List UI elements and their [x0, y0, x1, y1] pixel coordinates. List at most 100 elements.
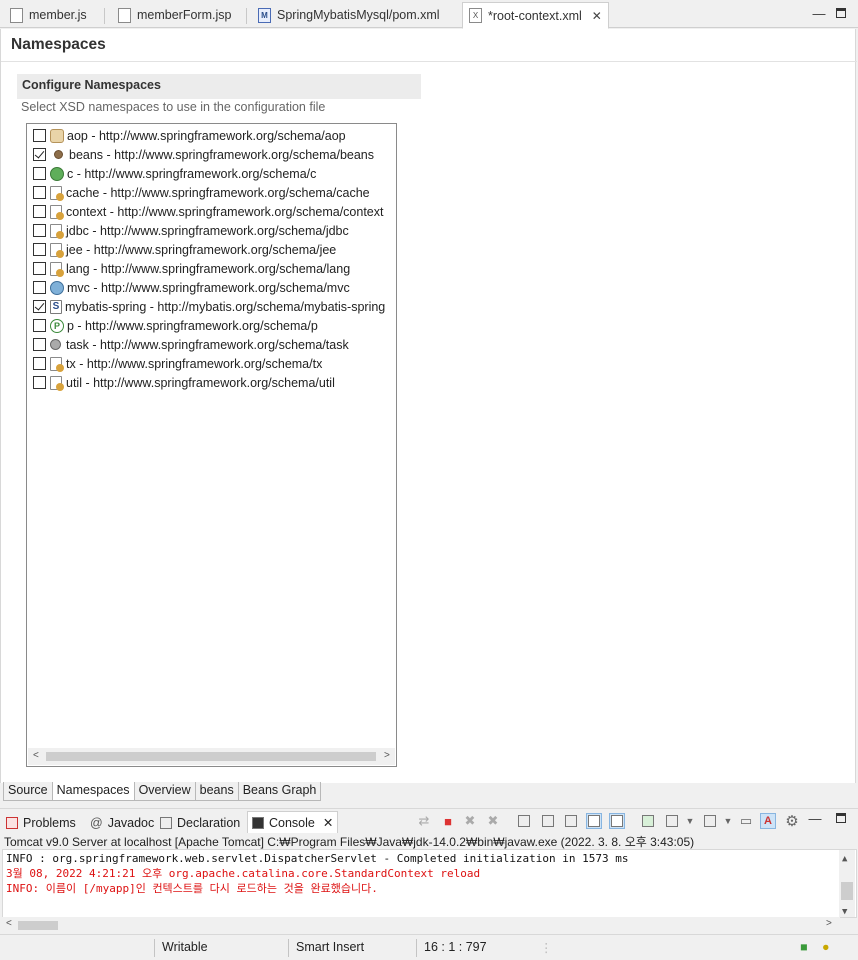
console-icon	[252, 816, 264, 829]
editor-tab-member-js[interactable]: member.js	[4, 2, 93, 28]
namespace-item-util[interactable]: util - http://www.springframework.org/sc…	[33, 373, 335, 392]
maximize-view-button[interactable]	[834, 811, 848, 826]
namespace-checkbox[interactable]	[33, 167, 46, 180]
show-on-stderr-icon[interactable]	[609, 813, 625, 829]
javadoc-icon: @	[90, 816, 103, 830]
namespace-label: lang - http://www.springframework.org/sc…	[66, 261, 351, 276]
tab-javadoc[interactable]: @ Javadoc	[90, 813, 154, 833]
tab-declaration[interactable]: Declaration	[160, 813, 240, 833]
namespace-item-tx[interactable]: tx - http://www.springframework.org/sche…	[33, 354, 322, 373]
namespace-checkbox[interactable]	[33, 129, 46, 142]
editor-tab-bar: member.js memberForm.jsp M SpringMybatis…	[0, 0, 858, 29]
maximize-editor-button[interactable]	[834, 6, 848, 21]
namespace-checkbox[interactable]	[33, 262, 46, 275]
remove-launch-icon[interactable]: ✖	[462, 813, 478, 829]
namespace-checkbox[interactable]	[33, 243, 46, 256]
divider	[1, 61, 857, 62]
close-icon[interactable]: ✕	[323, 815, 333, 830]
terminate-icon[interactable]: ■	[440, 813, 456, 829]
namespace-item-cache[interactable]: cache - http://www.springframework.org/s…	[33, 183, 370, 202]
scrollbar-thumb[interactable]	[18, 921, 58, 930]
aop-icon	[50, 128, 64, 143]
gear-icon[interactable]: ⚙	[784, 813, 800, 830]
console-horizontal-scrollbar[interactable]: < >	[2, 917, 840, 933]
namespace-checkbox[interactable]	[33, 205, 46, 218]
namespace-item-context[interactable]: context - http://www.springframework.org…	[33, 202, 384, 221]
clear-console-icon[interactable]	[516, 813, 532, 829]
tab-namespaces[interactable]: Namespaces	[51, 782, 135, 801]
tab-source[interactable]: Source	[3, 782, 53, 801]
tab-beans-graph[interactable]: Beans Graph	[237, 782, 322, 801]
vertical-scrollbar[interactable]: ▲ ▼	[839, 850, 855, 917]
scrollbar-thumb[interactable]	[841, 882, 853, 900]
namespace-label: util - http://www.springframework.org/sc…	[66, 375, 335, 390]
namespace-item-jdbc[interactable]: jdbc - http://www.springframework.org/sc…	[33, 221, 349, 240]
namespace-item-c[interactable]: c - http://www.springframework.org/schem…	[33, 164, 316, 183]
tab-console[interactable]: Console ✕	[247, 811, 339, 833]
open-console-icon[interactable]	[702, 813, 718, 829]
tab-beans[interactable]: beans	[194, 782, 239, 801]
namespace-checkbox[interactable]	[33, 186, 46, 199]
namespace-label: mvc - http://www.springframework.org/sch…	[67, 280, 350, 295]
tip-lightbulb-icon[interactable]: ●	[822, 940, 830, 954]
minimize-view-button[interactable]: —	[808, 811, 822, 826]
namespace-checkbox[interactable]	[33, 224, 46, 237]
pin-console-icon[interactable]	[640, 813, 656, 829]
editor-tab-label: memberForm.jsp	[137, 8, 232, 22]
minimize-icon[interactable]: ▭	[738, 813, 754, 829]
declaration-icon	[160, 817, 172, 829]
jee-icon	[50, 242, 64, 258]
tx-icon	[50, 356, 64, 372]
scroll-up-icon[interactable]: ▲	[842, 852, 847, 867]
scroll-lock-icon[interactable]	[540, 813, 556, 829]
namespace-checkbox[interactable]	[33, 376, 46, 389]
tab-overview[interactable]: Overview	[133, 782, 196, 801]
namespace-checkbox[interactable]	[33, 148, 46, 161]
namespace-item-aop[interactable]: aop - http://www.springframework.org/sch…	[33, 126, 346, 145]
tab-problems[interactable]: Problems	[6, 813, 76, 833]
namespace-checkbox[interactable]	[33, 319, 46, 332]
namespace-list[interactable]: aop - http://www.springframework.org/sch…	[26, 123, 397, 767]
namespace-label: c - http://www.springframework.org/schem…	[67, 166, 317, 181]
namespace-label: context - http://www.springframework.org…	[66, 204, 384, 219]
scroll-down-icon[interactable]: ▼	[842, 905, 847, 917]
minimize-editor-button[interactable]: —	[812, 6, 826, 21]
scrollbar-thumb[interactable]	[46, 752, 376, 761]
scroll-left-icon[interactable]: <	[33, 750, 39, 761]
scroll-right-icon[interactable]: >	[384, 750, 390, 761]
chevron-down-icon[interactable]: ▼	[682, 813, 698, 829]
chevron-down-icon[interactable]: ▼	[720, 813, 736, 829]
word-wrap-icon[interactable]	[563, 813, 579, 829]
namespace-item-beans[interactable]: beans - http://www.springframework.org/s…	[33, 145, 374, 164]
remove-all-terminated-icon[interactable]: ✖	[485, 813, 501, 829]
namespace-checkbox[interactable]	[33, 281, 46, 294]
bean-icon	[54, 150, 63, 159]
close-icon[interactable]: ✕	[592, 9, 602, 23]
namespace-item-lang[interactable]: lang - http://www.springframework.org/sc…	[33, 259, 350, 278]
horizontal-scrollbar[interactable]: < >	[28, 748, 395, 765]
cursor-position[interactable]: 16 : 1 : 797	[424, 940, 487, 954]
namespace-checkbox[interactable]	[33, 338, 46, 351]
cache-icon	[50, 185, 64, 201]
insert-mode-status[interactable]: Smart Insert	[296, 940, 364, 954]
scroll-right-icon[interactable]: >	[826, 918, 832, 929]
editor-tab-memberform-jsp[interactable]: memberForm.jsp	[112, 2, 237, 28]
ansi-color-icon[interactable]: A	[760, 813, 776, 829]
namespace-checkbox[interactable]	[33, 300, 46, 313]
update-icon[interactable]: ■	[800, 940, 808, 954]
namespace-item-mvc[interactable]: mvc - http://www.springframework.org/sch…	[33, 278, 350, 297]
namespace-item-task[interactable]: task - http://www.springframework.org/sc…	[33, 335, 349, 354]
disconnect-icon[interactable]: ⇄	[416, 813, 432, 829]
namespace-checkbox[interactable]	[33, 357, 46, 370]
console-output[interactable]: INFO : org.springframework.web.servlet.D…	[2, 849, 857, 918]
namespace-item-p[interactable]: P p - http://www.springframework.org/sch…	[33, 316, 318, 335]
section-header[interactable]: Configure Namespaces	[17, 74, 421, 99]
editor-tab-pom-xml[interactable]: M SpringMybatisMysql/pom.xml	[252, 2, 446, 28]
namespace-item-jee[interactable]: jee - http://www.springframework.org/sch…	[33, 240, 336, 259]
editor-page-tabs: Source Namespaces Overview beans Beans G…	[3, 782, 322, 802]
editor-tab-root-context-xml[interactable]: X *root-context.xml ✕	[462, 2, 609, 29]
scroll-left-icon[interactable]: <	[6, 918, 12, 929]
show-on-stdout-icon[interactable]	[586, 813, 602, 829]
display-selected-console-icon[interactable]	[664, 813, 680, 829]
namespace-item-mybatis-spring[interactable]: S mybatis-spring - http://mybatis.org/sc…	[33, 297, 385, 316]
